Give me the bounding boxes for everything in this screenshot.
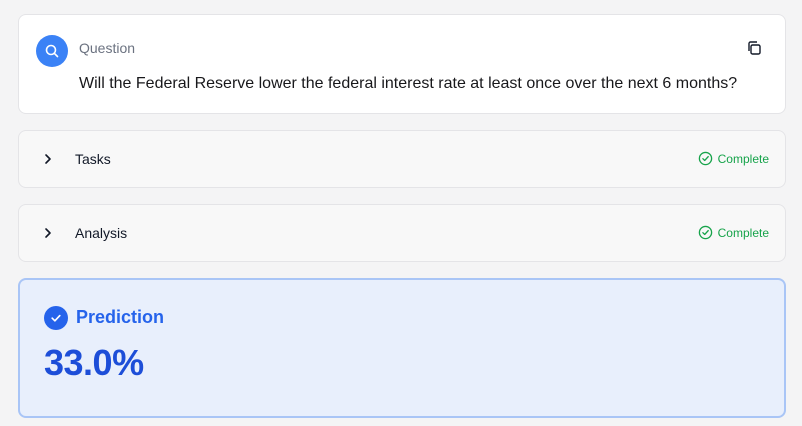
chevron-right-icon [45, 154, 51, 164]
analysis-section-header[interactable]: Analysis Complete [18, 204, 786, 262]
analysis-label: Analysis [75, 225, 128, 241]
status-badge: Complete [698, 225, 769, 240]
tasks-status-text: Complete [717, 151, 769, 166]
chevron-right-icon [45, 228, 51, 238]
check-circle-icon [44, 306, 68, 330]
prediction-card: Prediction 33.0% [18, 278, 786, 418]
question-text: Will the Federal Reserve lower the feder… [79, 75, 738, 92]
check-circle-icon [698, 225, 712, 240]
question-card: Question Will the Federal Reserve lower … [18, 14, 786, 114]
copy-icon[interactable] [745, 39, 763, 57]
prediction-value: 33.0% [44, 342, 144, 383]
status-badge: Complete [698, 151, 769, 166]
question-label: Question [79, 40, 136, 56]
search-icon [36, 35, 68, 67]
analysis-status-text: Complete [717, 225, 769, 240]
check-circle-icon [698, 151, 712, 166]
tasks-section-header[interactable]: Tasks Complete [18, 130, 786, 188]
tasks-label: Tasks [75, 151, 111, 167]
prediction-label: Prediction [76, 307, 165, 327]
